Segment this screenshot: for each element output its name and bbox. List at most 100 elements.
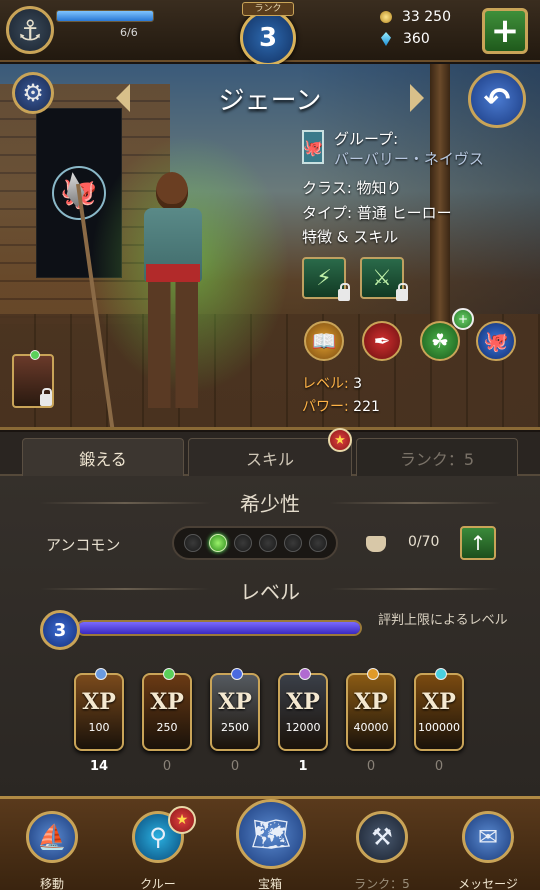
xp-potion-card[interactable]: XP 12000 [278,668,328,751]
tab-bar: 鍛える スキル ランク：5 [0,432,540,476]
nav-rank[interactable]: ⚒ ランク：5 [336,805,426,890]
tab-skills[interactable]: スキル [188,438,352,476]
xp-gem-icon [231,668,243,680]
lock-icon [338,283,350,301]
gold-coin-icon [380,11,392,23]
rarity-upgrade-button[interactable]: ↑ [460,526,496,560]
power-value: 221 [353,399,380,415]
rarity-pip [258,534,277,552]
portrait-rarity-gem [30,350,40,360]
hero-character[interactable] [120,172,230,412]
hero-legs [148,282,198,408]
settings-gear-button[interactable]: ⚙ [12,72,54,114]
rank-label: ランク [242,2,294,16]
skill-nature-icon[interactable]: ☘ [420,321,460,361]
xp-potion-card[interactable]: XP 2500 [210,668,260,751]
gold-amount: 33 250 [402,9,451,25]
hero-scene: 🐙 ⚙ ジェーン ↶ 🐙 グループ: バーバリー・ネイヴス クラス: 物知り タ… [0,64,540,430]
tab-rank[interactable]: ランク：5 [356,438,518,476]
lock-icon [396,283,408,301]
xp-gem-icon [95,668,107,680]
level-value: 3 [353,376,363,392]
rank-medal[interactable]: 3 ランク [232,2,304,68]
xp-label: XP [354,688,388,715]
treasure-map-icon: 🗺 [236,799,306,869]
xp-gem-icon [435,668,447,680]
level-badge: 3 [40,610,80,650]
xp-amount: 12000 [285,720,321,734]
hero-power-line: パワー: 221 [302,396,380,416]
level-bar-fill [78,622,360,634]
rarity-pip [308,534,327,552]
skill-feather-icon[interactable]: ✒ [362,321,402,361]
nav-messages-label: メッセージ [458,877,518,890]
xp-amount: 250 [156,720,178,734]
ship-mast [430,64,450,324]
nav-messages[interactable]: ✉ メッセージ [442,805,532,890]
group-octopus-icon: 🐙 [302,130,324,164]
companion-portrait[interactable] [12,350,54,408]
skill-book-icon[interactable]: 📖 [304,321,344,361]
skill-octopus-icon[interactable]: 🐙 [476,321,516,361]
divider [330,588,500,590]
rarity-label: アンコモン [46,536,121,554]
xp-potion-card[interactable]: XP 250 [142,668,192,751]
nav-rank-label: ランク：5 [354,877,410,890]
trait-shield-slot[interactable]: ⚡ [302,257,350,301]
xp-gem-icon [163,668,175,680]
xp-amount: 100000 [418,720,460,734]
xp-owned-count: 1 [298,759,308,774]
xp-potion-card[interactable]: XP 40000 [346,668,396,751]
rarity-pip [183,534,202,552]
rank-value: 3 [240,10,296,66]
xp-label: XP [150,688,184,715]
xp-owned-count: 14 [89,759,109,774]
level-key: レベル: [302,376,349,392]
xp-owned-count: 0 [162,759,172,774]
xp-label: XP [218,688,252,715]
xp-gem-icon [367,668,379,680]
hero-level-line: レベル: 3 [302,373,362,393]
nav-move-label: 移動 [39,877,64,890]
level-cap-note: 評判上限によるレベル [378,613,508,628]
energy-bar [56,10,154,22]
anvil-icon: ⚒ [356,811,408,863]
hero-sash [146,264,200,282]
anchor-icon[interactable]: ⚓ [6,6,54,54]
rarity-pip [208,534,227,552]
hero-name: ジェーン [218,86,322,116]
next-hero-arrow[interactable] [410,84,424,112]
xp-amount: 100 [88,720,110,734]
envelope-icon: ✉ [462,811,514,863]
power-key: パワー: [302,399,349,415]
traits-and-skills-heading: 特徴 & スキル [302,228,399,246]
previous-hero-arrow[interactable] [116,84,130,112]
xp-label: XP [82,688,116,715]
trait-sword-slot[interactable]: ⚔ [360,257,408,301]
rarity-pip [283,534,302,552]
shard-count: 0/70 [408,534,440,550]
rarity-pips [172,526,338,560]
nav-move[interactable]: ⛵ 移動 [6,805,96,890]
group-value: バーバリー・ネイヴス [334,150,484,168]
divider [330,502,500,504]
tab-train[interactable]: 鍛える [22,438,184,476]
group-label: グループ: [334,130,399,148]
xp-label: XP [286,688,320,715]
level-title: レベル [240,580,300,604]
nav-treasure[interactable]: 🗺 宝箱 [224,799,314,890]
nav-treasure-label: 宝箱 [257,877,282,890]
back-button[interactable]: ↶ [468,70,526,128]
xp-potion-card[interactable]: XP 100000 [414,668,464,751]
add-currency-button[interactable]: + [482,8,528,54]
hero-head [156,172,188,210]
nav-crew-label: クルー [140,877,176,890]
lock-icon [40,388,52,406]
energy-count: 6/6 [120,26,138,39]
level-progress: 3 [40,610,366,650]
xp-label: XP [422,688,456,715]
xp-owned-count: 0 [230,759,240,774]
xp-amount: 40000 [353,720,389,734]
xp-potion-card[interactable]: XP 100 [74,668,124,751]
xp-owned-count: 0 [366,759,376,774]
